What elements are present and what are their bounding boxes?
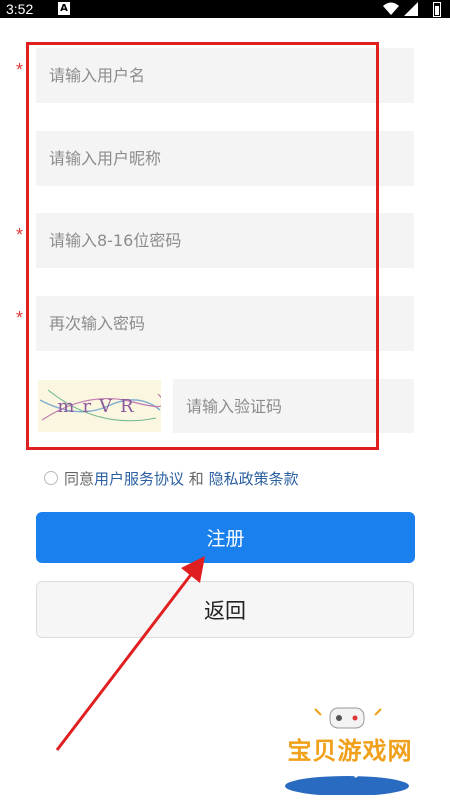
watermark-logo: 宝贝游戏网 baobeiy.com: [275, 705, 425, 795]
annotation-arrow-icon: [55, 556, 205, 751]
watermark-text: 宝贝游戏网: [287, 737, 413, 765]
watermark-url: baobeiy.com: [307, 764, 393, 778]
